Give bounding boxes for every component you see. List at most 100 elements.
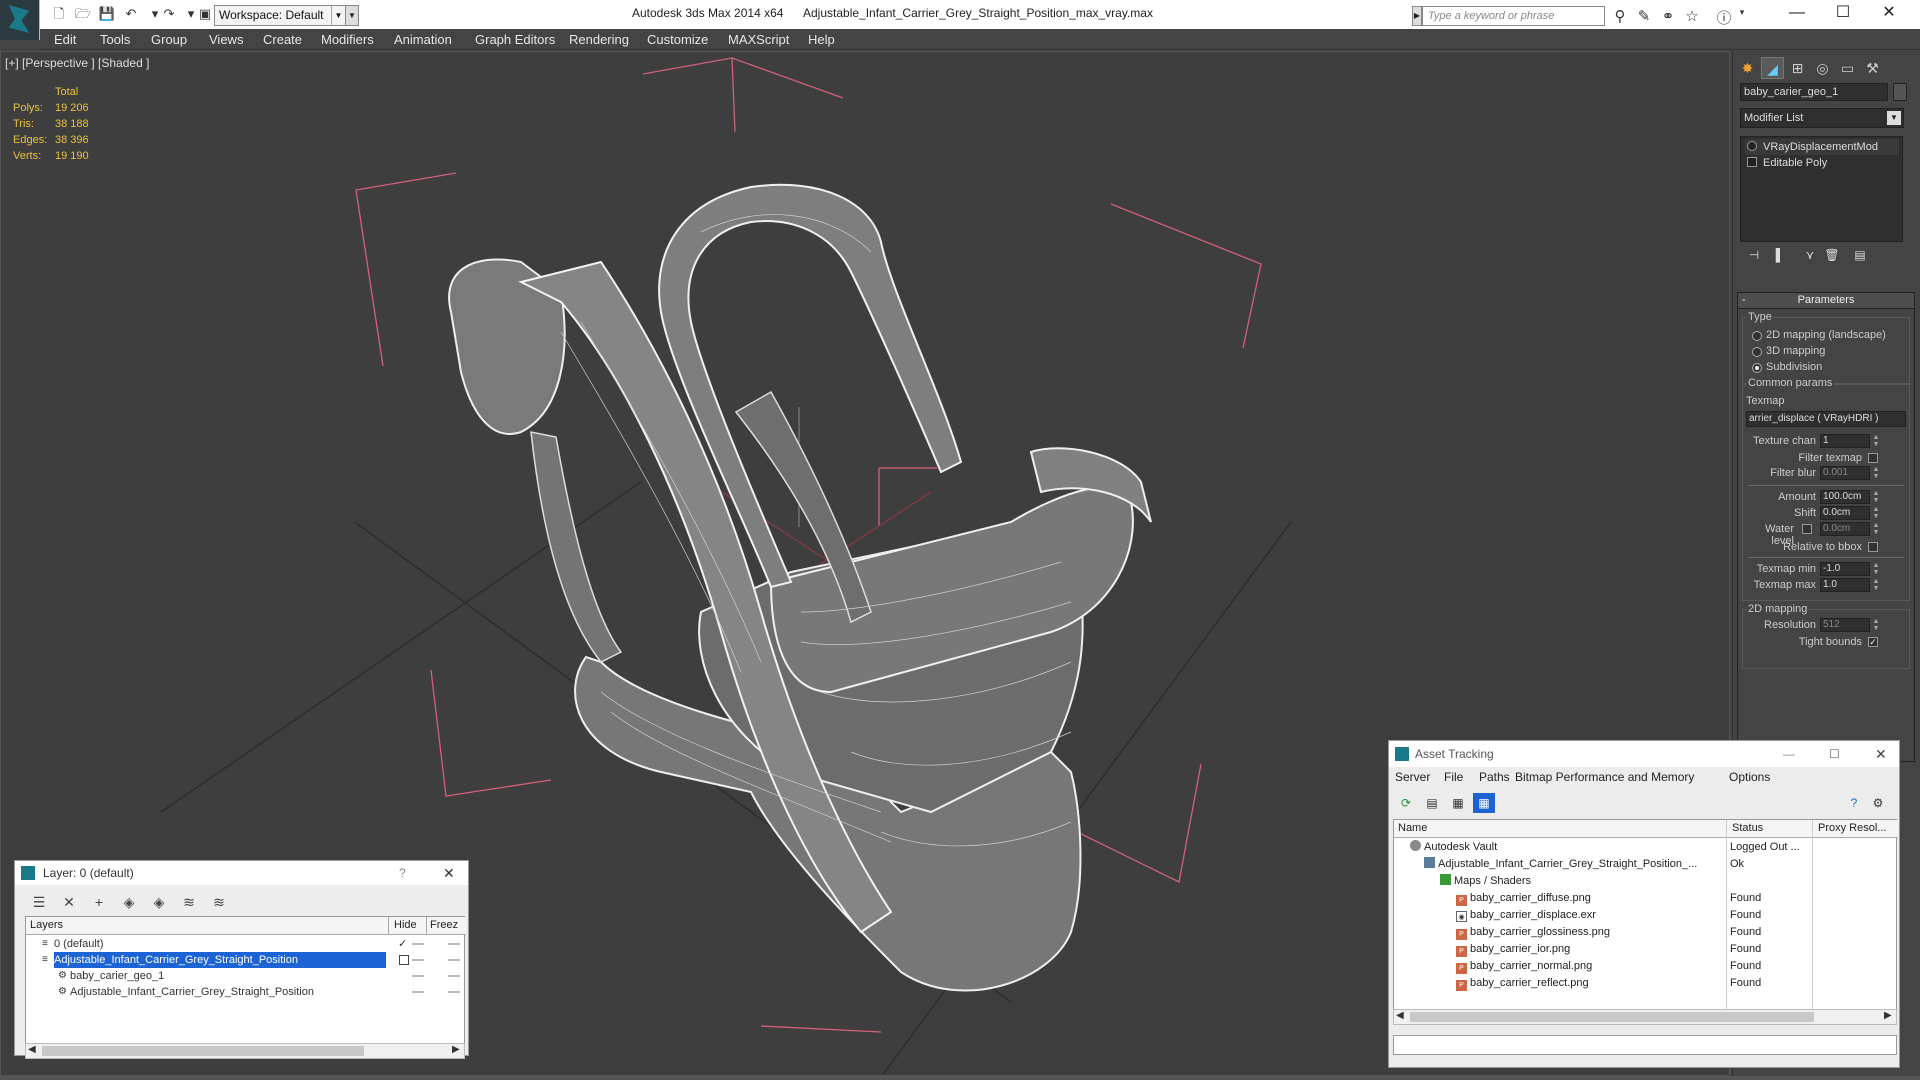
stack-item-editable-poly[interactable]: Editable Poly — [1745, 155, 1899, 171]
asset-menu-file[interactable]: File — [1444, 770, 1463, 784]
asset-menu-paths[interactable]: Paths — [1479, 770, 1510, 784]
spinner-arrows-icon[interactable]: ▲ ▼ — [1872, 522, 1880, 536]
hierarchy-tab-icon[interactable]: ⊞ — [1786, 57, 1809, 79]
create-layer-icon[interactable]: ☰ — [27, 891, 51, 913]
object-name-field[interactable]: baby_carier_geo_1 — [1740, 83, 1888, 101]
menu-edit[interactable]: Edit — [54, 32, 76, 47]
texture-chan-spinner[interactable]: 1 — [1820, 434, 1870, 448]
app-logo-icon[interactable] — [0, 0, 40, 40]
help-icon[interactable]: ? — [1843, 793, 1865, 813]
asset-row[interactable]: Pbaby_carrier_ior.png Found — [1394, 941, 1898, 958]
settings-help-icon[interactable]: ⚙ — [1867, 793, 1889, 813]
layer-row-object-geo[interactable]: ⚙ baby_carier_geo_1 — [26, 968, 466, 984]
show-end-result-icon[interactable]: ▌ — [1769, 248, 1791, 266]
open-file-icon[interactable]: 🗁 — [74, 6, 92, 22]
water-level-checkbox[interactable] — [1802, 524, 1812, 534]
close-icon[interactable]: ✕ — [443, 861, 455, 885]
col-proxy-resolution[interactable]: Proxy Resol... — [1818, 822, 1886, 834]
scroll-thumb[interactable] — [1410, 1012, 1814, 1022]
make-unique-icon[interactable]: ⋎ — [1799, 248, 1821, 266]
layer-row-object-carrier[interactable]: ⚙ Adjustable_Infant_Carrier_Grey_Straigh… — [26, 984, 466, 1000]
layer-row-default[interactable]: ≡ 0 (default) ✓ — [26, 936, 466, 952]
col-freeze[interactable]: Freez — [430, 919, 458, 931]
remove-modifier-icon[interactable]: 🗑 — [1821, 248, 1843, 266]
spinner-arrows-icon[interactable]: ▲ ▼ — [1872, 434, 1880, 448]
spinner-arrows-icon[interactable]: ▲ ▼ — [1872, 618, 1880, 632]
maximize-button[interactable]: ☐ — [1820, 2, 1866, 26]
object-color-swatch[interactable] — [1893, 83, 1907, 101]
amount-spinner[interactable]: 100.0cm — [1820, 490, 1870, 504]
menu-modifiers[interactable]: Modifiers — [321, 32, 374, 47]
resolution-spinner[interactable]: 512 — [1820, 618, 1870, 632]
add-to-layer-icon[interactable]: + — [87, 891, 111, 913]
new-file-icon[interactable]: 🗋 — [50, 6, 68, 22]
col-layers[interactable]: Layers — [30, 919, 63, 931]
hide-all-icon[interactable]: ≋ — [177, 891, 201, 913]
modify-tab-icon[interactable]: ◢ — [1761, 57, 1784, 79]
spinner-arrows-icon[interactable]: ▲ ▼ — [1872, 562, 1880, 576]
layer-row-carrier[interactable]: ≡ Adjustable_Infant_Carrier_Grey_Straigh… — [26, 952, 466, 968]
layer-horizontal-scrollbar[interactable]: ◀ ▶ — [25, 1043, 465, 1059]
make-active-checkbox[interactable] — [399, 955, 409, 965]
modifier-list-dropdown[interactable]: Modifier List ▼ — [1740, 108, 1904, 128]
utilities-tab-icon[interactable]: ⚒ — [1861, 57, 1884, 79]
maximize-icon[interactable]: ☐ — [1829, 741, 1840, 767]
freeze-all-icon[interactable]: ≋ — [207, 891, 231, 913]
texmap-button[interactable]: arrier_displace ( VRayHDRI ) — [1746, 411, 1906, 427]
spinner-arrows-icon[interactable]: ▲ ▼ — [1872, 578, 1880, 592]
viewport-label[interactable]: [+] [Perspective ] [Shaded ] — [5, 56, 149, 70]
stack-item-vray-displacement[interactable]: VRayDisplacementMod — [1745, 139, 1899, 155]
parameters-rollout-header[interactable]: - Parameters — [1738, 293, 1914, 309]
workspace-dropdown[interactable]: Workspace: Default ▼ — [214, 5, 346, 26]
spinner-arrows-icon[interactable]: ▲ ▼ — [1872, 506, 1880, 520]
help-dropdown-icon[interactable]: ▾ — [1732, 7, 1752, 18]
delete-layer-icon[interactable]: ✕ — [57, 891, 81, 913]
asset-row[interactable]: Pbaby_carrier_diffuse.png Found — [1394, 890, 1898, 907]
menu-graph-editors[interactable]: Graph Editors — [475, 32, 555, 47]
shift-spinner[interactable]: 0.0cm — [1820, 506, 1870, 520]
menu-animation[interactable]: Animation — [394, 32, 452, 47]
asset-row[interactable]: Pbaby_carrier_normal.png Found — [1394, 958, 1898, 975]
list-view-icon[interactable]: ▤ — [1421, 793, 1443, 813]
table-view-icon[interactable]: ▦ — [1447, 793, 1469, 813]
menu-tools[interactable]: Tools — [100, 32, 130, 47]
scroll-right-icon[interactable]: ▶ — [1884, 1010, 1892, 1021]
asset-row[interactable]: ◉ baby_carrier_displace.exr Found — [1394, 907, 1898, 924]
favorites-star-icon[interactable]: ☆ — [1682, 7, 1702, 25]
scroll-thumb[interactable] — [42, 1046, 364, 1056]
texmap-min-spinner[interactable]: -1.0 — [1820, 562, 1870, 576]
search-expand-icon[interactable]: ▶ — [1412, 6, 1422, 26]
asset-menu-server[interactable]: Server — [1395, 770, 1430, 784]
asset-row[interactable]: Autodesk Vault Logged Out ... — [1394, 839, 1898, 856]
quick-access-dropdown[interactable]: ▼ — [345, 5, 359, 26]
search-input[interactable]: Type a keyword or phrase — [1422, 6, 1605, 26]
col-name[interactable]: Name — [1398, 822, 1427, 834]
refresh-icon[interactable]: ⟳ — [1395, 793, 1417, 813]
filter-texmap-checkbox[interactable] — [1868, 453, 1878, 463]
spinner-arrows-icon[interactable]: ▲ ▼ — [1872, 490, 1880, 504]
scroll-left-icon[interactable]: ◀ — [1396, 1010, 1404, 1021]
help-icon[interactable]: ⓘ — [1714, 7, 1734, 28]
help-icon[interactable]: ? — [399, 861, 406, 885]
communication-center-icon[interactable]: ⚭ — [1658, 7, 1678, 25]
menu-views[interactable]: Views — [209, 32, 243, 47]
binoculars-icon[interactable]: ⚲ — [1610, 7, 1630, 25]
layer-window-title-bar[interactable]: Layer: 0 (default) ? ✕ — [15, 861, 468, 885]
asset-row[interactable]: Pbaby_carrier_reflect.png Found — [1394, 975, 1898, 992]
asset-menu-bitmap-performance[interactable]: Bitmap Performance and Memory — [1515, 770, 1694, 784]
radio-2d-mapping[interactable]: 2D mapping (landscape) — [1752, 329, 1886, 341]
col-hide[interactable]: Hide — [394, 919, 417, 931]
close-button[interactable]: ✕ — [1866, 2, 1912, 26]
select-objects-icon[interactable]: ◈ — [117, 891, 141, 913]
highlight-layer-icon[interactable]: ◈ — [147, 891, 171, 913]
close-icon[interactable]: ✕ — [1875, 741, 1887, 767]
texmap-max-spinner[interactable]: 1.0 — [1820, 578, 1870, 592]
menu-help[interactable]: Help — [808, 32, 835, 47]
filter-blur-spinner[interactable]: 0.001 — [1820, 466, 1870, 480]
radio-3d-mapping[interactable]: 3D mapping — [1752, 345, 1825, 357]
grid-view-icon[interactable]: ▦ — [1473, 793, 1495, 813]
redo-icon[interactable]: ↷ — [160, 6, 178, 22]
spinner-arrows-icon[interactable]: ▲ ▼ — [1872, 466, 1880, 480]
menu-customize[interactable]: Customize — [647, 32, 708, 47]
asset-row[interactable]: Pbaby_carrier_glossiness.png Found — [1394, 924, 1898, 941]
